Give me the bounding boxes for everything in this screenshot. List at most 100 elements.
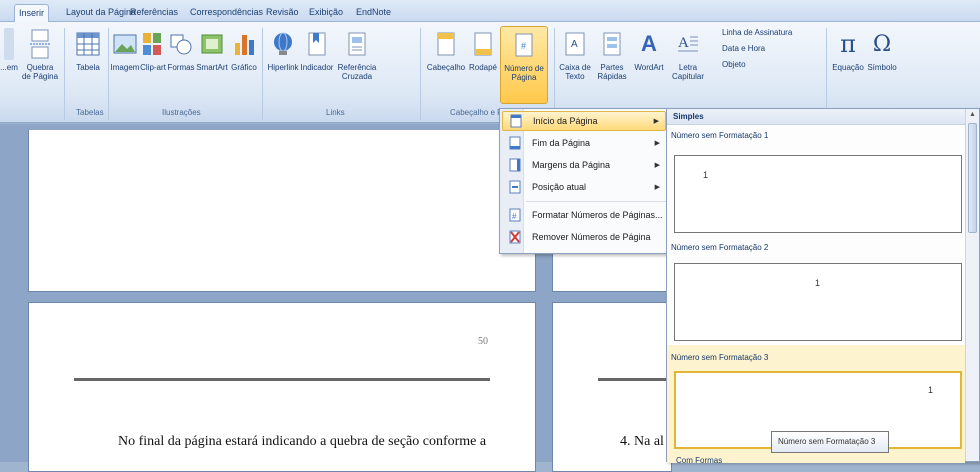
equation-button[interactable]: π Equação (832, 26, 864, 120)
menu-item-margens-da-pagina[interactable]: Margens da Página ▶ (502, 155, 666, 175)
header-button[interactable]: Cabeçalho (426, 26, 466, 120)
page-number-placeholder: 1 (815, 278, 821, 288)
clipart-button[interactable]: Clip-art (140, 26, 166, 120)
horizontal-rule (598, 378, 672, 381)
svg-text:#: # (512, 212, 517, 221)
gallery-header: Simples (667, 109, 965, 125)
date-time-button[interactable]: Data e Hora (722, 44, 765, 53)
page-number-text: 50 (478, 336, 488, 347)
quick-parts-icon (599, 28, 625, 60)
group-label-tabelas: Tabelas (76, 108, 104, 117)
chart-button[interactable]: Gráfico (230, 26, 258, 120)
submenu-arrow-icon: ▶ (654, 184, 660, 191)
signature-line-button[interactable]: Linha de Assinatura (722, 28, 792, 37)
body-text-right[interactable]: 4. Na al (620, 434, 664, 450)
page-top-icon (509, 114, 523, 128)
submenu-arrow-icon: ▶ (653, 118, 659, 125)
group-label-links: Links (326, 108, 345, 117)
menu-item-remover-numeros[interactable]: Remover Números de Página (502, 227, 666, 247)
page-number-placeholder: 1 (928, 385, 934, 395)
page-number-button[interactable]: # Número de Página (500, 26, 548, 104)
footer-button[interactable]: Rodapé (466, 26, 500, 120)
submenu-arrow-icon: ▶ (654, 140, 660, 147)
tab-inserir[interactable]: Inserir (14, 4, 50, 22)
page-break-button[interactable]: Quebra de Página (20, 26, 60, 120)
page-number-menu: Início da Página ▶ Fim da Página ▶ Marge… (499, 108, 669, 254)
tab-referencias[interactable]: Referências (126, 4, 182, 22)
cross-reference-button[interactable]: Referência Cruzada (336, 26, 378, 120)
shapes-button[interactable]: Formas (167, 26, 195, 120)
group-separator (262, 28, 263, 120)
svg-text:A: A (571, 39, 578, 50)
group-separator (108, 28, 109, 120)
bookmark-icon (304, 28, 330, 60)
group-separator (554, 28, 555, 120)
ribbon-tab-bar: Inserir Layout da Página Referências Cor… (0, 0, 980, 22)
gallery-section-label: Com Formas (676, 456, 723, 465)
document-page[interactable] (28, 130, 536, 292)
menu-item-formatar-numeros[interactable]: # Formatar Números de Páginas... (502, 205, 666, 225)
svg-text:#: # (521, 41, 526, 51)
smartart-button[interactable]: SmartArt (196, 26, 228, 120)
hyperlink-icon (270, 28, 296, 60)
object-button[interactable]: Objeto (722, 60, 746, 69)
body-text[interactable]: No final da página estará indicando a qu… (118, 434, 486, 450)
page-number-gallery: Simples Número sem Formatação 1 1 Número… (666, 108, 980, 463)
page-margin-icon (508, 158, 522, 172)
ribbon-button-page[interactable]: ...em (0, 26, 18, 120)
gallery-item-title: Número sem Formatação 3 (671, 353, 769, 362)
bookmark-button[interactable]: Indicador (300, 26, 334, 120)
page-bottom-icon (508, 136, 522, 150)
format-page-numbers-icon: # (508, 208, 522, 222)
textbox-button[interactable]: A Caixa de Texto (558, 26, 592, 120)
menu-separator (526, 201, 666, 202)
current-position-icon (508, 180, 522, 194)
table-button[interactable]: Tabela (72, 26, 104, 120)
tab-exibicao[interactable]: Exibição (305, 4, 347, 22)
page-number-placeholder: 1 (703, 170, 709, 180)
hyperlink-button[interactable]: Hiperlink (266, 26, 300, 120)
picture-button[interactable]: Imagem (111, 26, 139, 120)
menu-item-posicao-atual[interactable]: Posição atual ▶ (502, 177, 666, 197)
cross-reference-icon (344, 28, 370, 60)
header-icon (433, 28, 459, 60)
clipart-icon (140, 28, 166, 60)
table-icon (75, 28, 101, 60)
gallery-scrollbar[interactable]: ▲ (965, 109, 979, 461)
group-label-ilustracoes: Ilustrações (162, 108, 201, 117)
group-separator (64, 28, 65, 120)
symbol-icon: Ω (872, 31, 892, 57)
tab-correspondencias[interactable]: Correspondências (186, 4, 267, 22)
wordart-icon: A (641, 31, 657, 56)
remove-page-numbers-icon (508, 230, 522, 244)
dropcap-button[interactable]: A Letra Capitular (670, 26, 706, 120)
svg-text:A: A (678, 35, 689, 51)
page-number-icon: # (511, 29, 537, 61)
scroll-up-icon[interactable]: ▲ (969, 111, 976, 118)
gallery-item-numero-2[interactable]: 1 (674, 263, 962, 341)
horizontal-rule (74, 378, 490, 381)
gallery-item-title: Número sem Formatação 1 (671, 131, 769, 140)
wordart-button[interactable]: A WordArt (632, 26, 666, 120)
quick-parts-button[interactable]: Partes Rápidas (594, 26, 630, 120)
menu-item-fim-da-pagina[interactable]: Fim da Página ▶ (502, 133, 666, 153)
gallery-item-numero-1[interactable]: 1 (674, 155, 962, 233)
textbox-icon: A (562, 28, 588, 60)
page-break-icon (27, 28, 53, 60)
page-icon (4, 28, 14, 60)
scrollbar-thumb[interactable] (968, 123, 977, 233)
shapes-icon (168, 28, 194, 60)
gallery-item-title: Número sem Formatação 2 (671, 243, 769, 252)
tooltip: Número sem Formatação 3 (771, 431, 889, 453)
smartart-icon (199, 28, 225, 60)
tab-revisao[interactable]: Revisão (262, 4, 303, 22)
equation-icon: π (840, 30, 856, 58)
group-separator (420, 28, 421, 120)
group-separator (826, 28, 827, 120)
tab-endnote[interactable]: EndNote (352, 4, 395, 22)
symbol-button[interactable]: Ω Símbolo (866, 26, 898, 120)
dropcap-icon: A (675, 28, 701, 60)
picture-icon (112, 28, 138, 60)
menu-item-inicio-da-pagina[interactable]: Início da Página ▶ (502, 111, 666, 131)
chart-icon (231, 28, 257, 60)
